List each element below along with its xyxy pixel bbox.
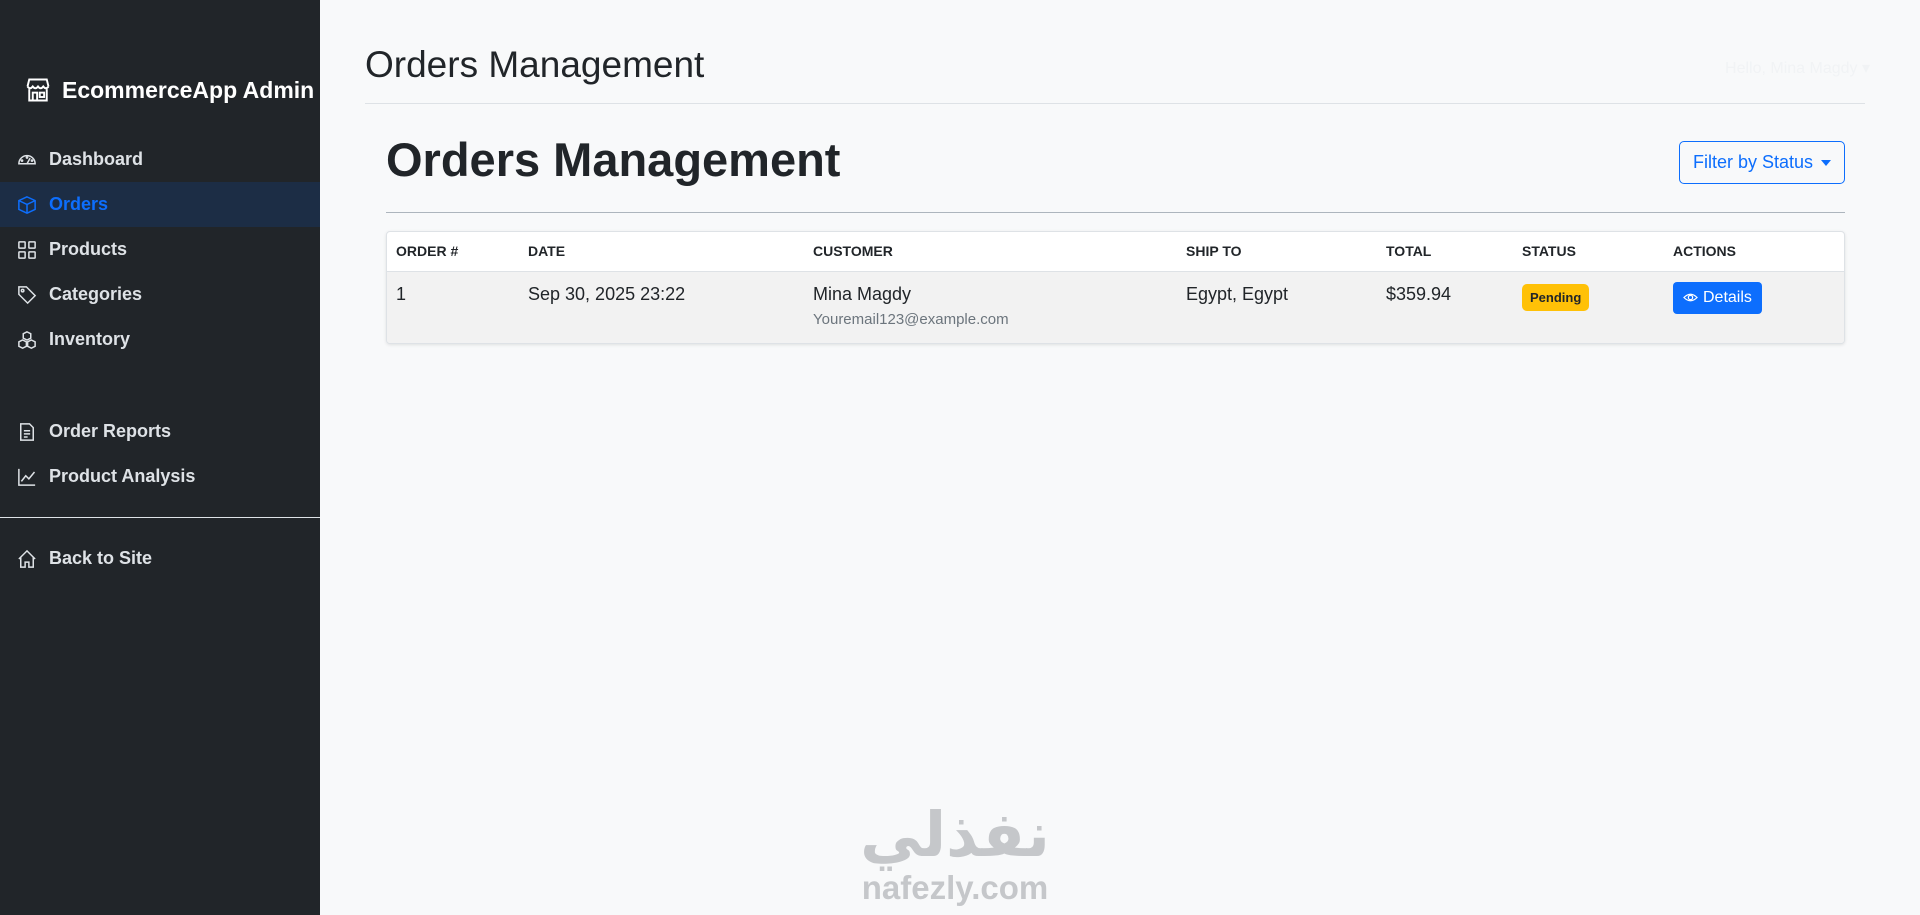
column-header-actions: Actions <box>1664 232 1844 272</box>
house-icon <box>18 549 36 568</box>
sidebar-item-inventory[interactable]: Inventory <box>0 317 320 362</box>
caret-down-icon <box>1821 159 1832 166</box>
customer-name: Mina Magdy <box>813 283 912 304</box>
orders-table: Order # Date Customer Ship To Total Stat… <box>386 231 1845 344</box>
status-badge: Pending <box>1522 283 1590 311</box>
footer-nav: Back to Site <box>0 536 320 581</box>
column-header-ship-to[interactable]: Ship To <box>1177 232 1377 272</box>
details-label: Details <box>1703 288 1752 306</box>
sidebar-divider <box>0 517 320 518</box>
title-divider <box>386 212 1845 213</box>
column-header-total[interactable]: Total <box>1377 232 1513 272</box>
sidebar: EcommerceApp Admin Dashboard Orders Prod… <box>0 0 320 915</box>
order-date: Sep 30, 2025 23:22 <box>519 271 804 343</box>
order-total: $359.94 <box>1377 271 1513 343</box>
sidebar-item-dashboard[interactable]: Dashboard <box>0 137 320 182</box>
customer-email: Youremail123@example.com <box>813 310 1009 328</box>
reports-nav: Order Reports Product Analysis <box>0 409 320 499</box>
sidebar-item-label: Categories <box>49 284 143 304</box>
sidebar-item-orders[interactable]: Orders <box>0 182 320 227</box>
page-title: Orders Management <box>386 133 841 186</box>
header-title: Orders Management <box>365 44 705 85</box>
table-header-row: Order # Date Customer Ship To Total Stat… <box>387 232 1844 272</box>
order-customer: Mina Magdy Youremail123@example.com <box>804 271 1177 343</box>
sidebar-item-products[interactable]: Products <box>0 227 320 272</box>
speedometer-icon <box>18 154 36 164</box>
sidebar-item-back-to-site[interactable]: Back to Site <box>0 536 320 581</box>
sidebar-item-label: Orders <box>49 194 109 214</box>
shop-icon <box>26 78 50 102</box>
box-icon <box>18 195 36 214</box>
sidebar-item-label: Products <box>49 239 128 259</box>
sidebar-item-label: Inventory <box>49 329 131 349</box>
sidebar-item-label: Product Analysis <box>49 466 196 486</box>
brand-name: EcommerceApp Admin <box>62 76 315 103</box>
file-text-icon <box>20 422 34 441</box>
header-divider <box>365 103 1865 104</box>
main-nav: Dashboard Orders Products Categories Inv… <box>0 137 320 362</box>
column-header-order[interactable]: Order # <box>387 232 519 272</box>
main-content: Orders Management Hello, Mina Magdy ▾ Or… <box>320 0 1920 915</box>
column-header-status[interactable]: Status <box>1513 232 1664 272</box>
eye-icon <box>1683 293 1698 302</box>
sidebar-item-product-analysis[interactable]: Product Analysis <box>0 454 320 499</box>
tag-icon <box>18 285 37 304</box>
table-row[interactable]: 1 Sep 30, 2025 23:22 Mina Magdy Youremai… <box>387 271 1844 343</box>
sidebar-item-label: Back to Site <box>49 548 153 568</box>
order-status: Pending <box>1513 271 1664 343</box>
order-actions: Details <box>1664 271 1844 343</box>
column-header-customer[interactable]: Customer <box>804 232 1177 272</box>
user-menu[interactable]: Hello, Mina Magdy ▾ <box>1725 58 1870 78</box>
details-button[interactable]: Details <box>1673 281 1762 314</box>
brand[interactable]: EcommerceApp Admin <box>24 76 314 104</box>
grid-icon <box>18 240 36 259</box>
graph-up-icon <box>18 468 36 486</box>
sidebar-item-order-reports[interactable]: Order Reports <box>0 409 320 454</box>
filter-label: Filter by Status <box>1692 152 1814 172</box>
sidebar-item-categories[interactable]: Categories <box>0 272 320 317</box>
watermark: نفذلي nafezly.com <box>840 800 1070 915</box>
boxes-icon <box>18 330 36 349</box>
column-header-date[interactable]: Date <box>519 232 804 272</box>
sidebar-item-label: Order Reports <box>49 421 172 441</box>
watermark-latin: nafezly.com <box>861 869 1049 906</box>
order-ship-to: Egypt, Egypt <box>1177 271 1377 343</box>
watermark-arabic: نفذلي <box>860 798 1050 871</box>
filter-by-status-button[interactable]: Filter by Status <box>1679 141 1845 184</box>
order-number: 1 <box>387 271 519 343</box>
sidebar-item-label: Dashboard <box>49 149 144 169</box>
